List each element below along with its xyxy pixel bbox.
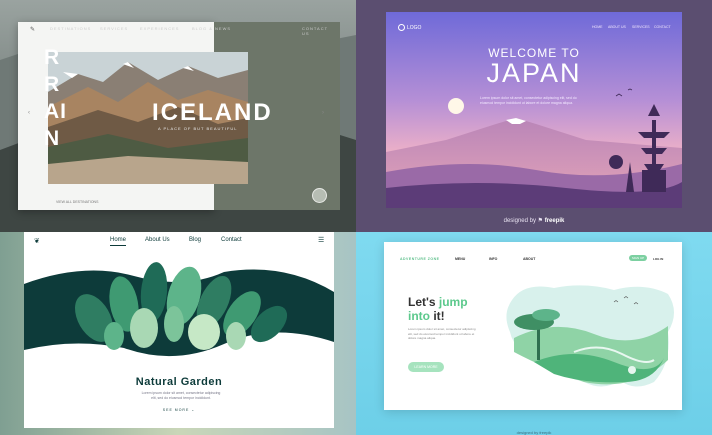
deco-letter: N bbox=[44, 127, 61, 150]
jump-heading: Let's jump into it! bbox=[408, 295, 468, 323]
logo-circle-icon bbox=[398, 24, 405, 31]
deco-letter: R bbox=[44, 73, 61, 96]
heading-highlight: jump bbox=[438, 295, 468, 309]
hamburger-menu-icon[interactable]: ☰ bbox=[318, 236, 324, 244]
garden-title: Natural Garden bbox=[135, 376, 223, 388]
heading-part: Let's bbox=[408, 295, 439, 309]
japan-hero-frame bbox=[386, 12, 682, 208]
credit-prefix: designed by bbox=[503, 218, 536, 224]
japan-title: JAPAN bbox=[486, 58, 582, 88]
play-circle-button[interactable] bbox=[312, 188, 327, 203]
nav-destinations[interactable]: DESTINATIONS bbox=[50, 26, 91, 31]
learn-more-button[interactable]: LEARN MORE bbox=[408, 362, 444, 372]
garden-nav-blog[interactable]: Blog bbox=[189, 237, 201, 243]
nav-blog-news[interactable]: BLOG & NEWS bbox=[192, 26, 231, 31]
active-nav-underline bbox=[110, 245, 126, 246]
designed-by-credit[interactable]: designed by ⚑ freepik bbox=[356, 217, 712, 224]
next-arrow-icon[interactable]: › bbox=[322, 110, 324, 116]
jump-nav-about[interactable]: ABOUT bbox=[523, 257, 535, 261]
jump-footer-credit[interactable]: designed by freepik bbox=[356, 430, 712, 435]
japan-nav-home[interactable]: HOME bbox=[592, 25, 603, 29]
garden-logo-icon[interactable]: ❦ bbox=[34, 237, 40, 245]
japan-logo[interactable]: LOGO bbox=[398, 24, 421, 31]
heading-part: it! bbox=[430, 309, 445, 323]
iceland-nav: ✎ DESTINATIONS SERVICES EXPERIENCES BLOG… bbox=[30, 26, 330, 36]
deco-letter: R bbox=[44, 46, 61, 69]
see-more-label: SEE MORE bbox=[162, 408, 190, 412]
jump-nav-info[interactable]: INFO bbox=[489, 257, 497, 261]
iceland-bottom-link[interactable]: VIEW ALL DESTINATIONS bbox=[56, 200, 98, 204]
japan-description: Lorem ipsum dolor sit amet, consectetur … bbox=[480, 96, 577, 105]
garden-nav-about[interactable]: About Us bbox=[145, 237, 170, 243]
log-in-link[interactable]: LOG IN bbox=[653, 257, 663, 261]
japan-nav-about[interactable]: ABOUT US bbox=[608, 25, 626, 29]
nav-experiences[interactable]: EXPERIENCES bbox=[140, 26, 179, 31]
jump-brand-logo[interactable]: ADVENTURE ZONE bbox=[400, 257, 439, 261]
deco-letter: AI bbox=[44, 100, 67, 123]
jump-landing-panel: ADVENTURE ZONE MENU INFO ABOUT SIGN UP L… bbox=[356, 232, 712, 435]
japan-landscape-illustration bbox=[386, 12, 682, 208]
garden-description: Lorem ipsum dolor sit amet, consectetur … bbox=[141, 391, 221, 400]
garden-landing-panel: ❦ Home About Us Blog Contact ☰ Natural G… bbox=[0, 232, 356, 435]
iceland-logo-icon[interactable]: ✎ bbox=[30, 26, 36, 33]
japan-nav-contact[interactable]: CONTACT bbox=[654, 25, 671, 29]
nav-contact-us[interactable]: CONTACT US bbox=[302, 26, 330, 36]
prev-arrow-icon[interactable]: ‹ bbox=[28, 110, 30, 116]
iceland-subtitle: A PLACE OF BUT BEAUTIFUL bbox=[158, 126, 238, 131]
see-more-link[interactable]: SEE MORE ⌄ bbox=[24, 408, 334, 412]
chevron-down-icon: ⌄ bbox=[191, 408, 196, 412]
iceland-decorative-letters: R R AI N bbox=[44, 44, 67, 152]
logo-text: LOGO bbox=[407, 24, 422, 31]
iceland-title: ICELAND bbox=[152, 99, 273, 126]
jump-description: Lorem ipsum dolor sit amet, consectetur … bbox=[408, 327, 476, 340]
jump-hills-illustration bbox=[506, 285, 674, 387]
nav-services[interactable]: SERVICES bbox=[100, 26, 128, 31]
heading-highlight: into bbox=[408, 309, 430, 323]
iceland-landing-panel: ✎ DESTINATIONS SERVICES EXPERIENCES BLOG… bbox=[0, 0, 356, 232]
freepik-logo-icon: ⚑ bbox=[537, 218, 544, 224]
japan-landing-panel: LOGO HOME ABOUT US SERVICES CONTACT WELC… bbox=[356, 0, 712, 232]
garden-nav-home[interactable]: Home bbox=[110, 237, 126, 243]
jump-card bbox=[384, 242, 682, 410]
credit-brand: freepik bbox=[544, 218, 565, 224]
garden-nav-contact[interactable]: Contact bbox=[221, 237, 242, 243]
jump-nav-menu[interactable]: MENU bbox=[455, 257, 465, 261]
japan-nav-services[interactable]: SERVICES bbox=[632, 25, 650, 29]
sign-up-button[interactable]: SIGN UP bbox=[629, 255, 647, 261]
